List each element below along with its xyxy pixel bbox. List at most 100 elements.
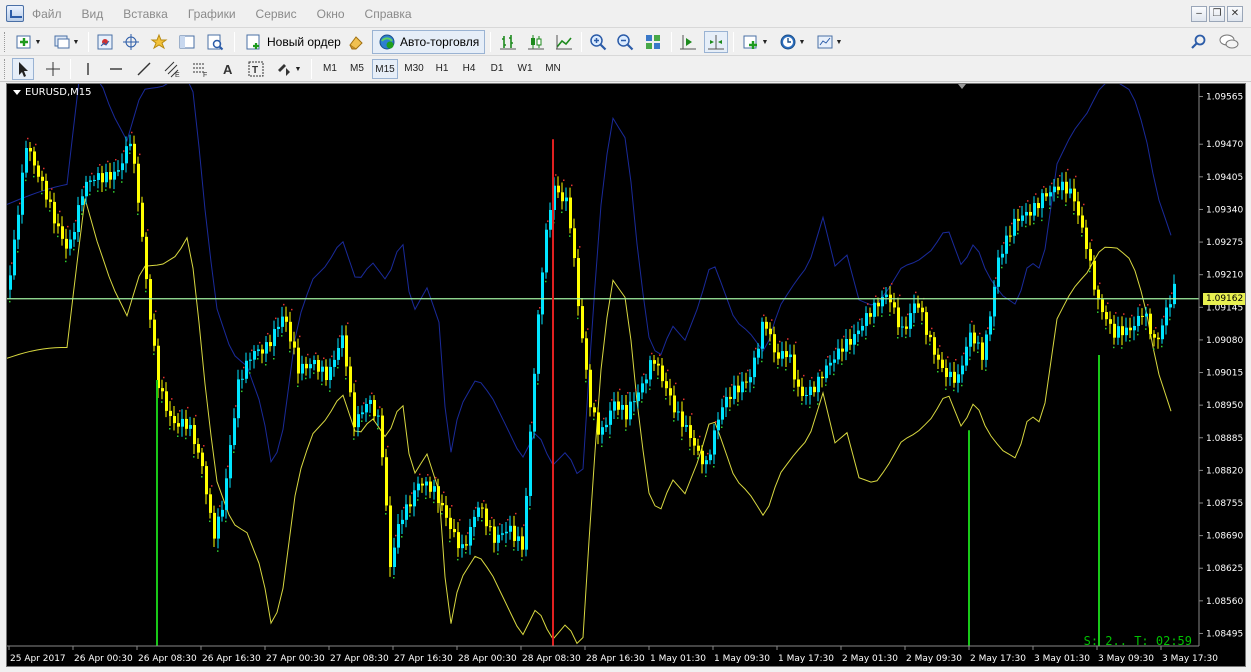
menu-insert[interactable]: Вставка xyxy=(123,7,180,21)
menu-tools[interactable]: Сервис xyxy=(256,7,309,21)
zoom-in-button[interactable] xyxy=(587,31,609,53)
toolbar-grip[interactable] xyxy=(4,59,7,79)
toolbar-grip[interactable] xyxy=(4,32,7,52)
metaeditor-icon xyxy=(349,36,363,50)
candle-body xyxy=(45,180,48,200)
candle-body xyxy=(441,502,444,506)
app-icon[interactable] xyxy=(6,5,24,22)
candle-body xyxy=(657,363,660,366)
price-chart[interactable]: 1.09565 1.09470 1.09405 1.09340 1.09275 1.092… xyxy=(7,84,1245,666)
auto-trading-button[interactable]: Авто-торговля xyxy=(372,30,486,54)
profiles-button[interactable]: ▼ xyxy=(50,31,82,53)
crosshair-icon xyxy=(46,62,60,76)
menu-charts[interactable]: Графики xyxy=(188,7,248,21)
dropdown-triangle-icon[interactable] xyxy=(13,89,21,95)
tile-windows-button[interactable] xyxy=(642,31,664,53)
text-icon: A xyxy=(223,62,233,77)
signal-dot xyxy=(217,550,219,552)
bar-chart-button[interactable] xyxy=(497,31,519,53)
minimize-icon[interactable]: – xyxy=(1191,6,1207,22)
candle-body xyxy=(733,385,736,399)
candle-body xyxy=(49,199,52,202)
templates-button[interactable]: ▼ xyxy=(813,31,845,53)
chat-button[interactable] xyxy=(1216,31,1242,53)
timeframe-m15[interactable]: M15 xyxy=(372,59,398,79)
autoscroll-button[interactable] xyxy=(704,31,728,53)
market-watch-button[interactable] xyxy=(94,31,116,53)
timeframe-mn[interactable]: MN xyxy=(541,59,565,79)
timeframe-h1[interactable]: H1 xyxy=(430,59,454,79)
line-studies-toolbar: E F A T ▼ M1 M5 M15 M30 H1 H4 D1 W1 MN xyxy=(0,56,1251,82)
trendline-button[interactable] xyxy=(133,58,155,80)
metaeditor-button[interactable] xyxy=(345,31,367,53)
crosshair-tool-button[interactable] xyxy=(42,58,64,80)
zoom-out-button[interactable] xyxy=(614,31,636,53)
fibonacci-button[interactable]: F xyxy=(189,58,211,80)
candle-body xyxy=(645,379,648,384)
cursor-button[interactable] xyxy=(12,58,34,80)
candle-body xyxy=(529,431,532,496)
signal-dot xyxy=(721,426,723,428)
restore-icon[interactable]: ❐ xyxy=(1209,6,1225,22)
candlestick-button[interactable] xyxy=(525,31,547,53)
candle-body xyxy=(393,547,396,567)
menu-file[interactable]: Файл xyxy=(32,7,74,21)
arrows-button[interactable]: ▼ xyxy=(273,58,303,80)
timeframe-m1[interactable]: M1 xyxy=(318,59,342,79)
signal-dot xyxy=(25,179,27,182)
menu-window[interactable]: Окно xyxy=(317,7,357,21)
candle-body xyxy=(17,214,20,240)
chevron-down-icon[interactable]: ▼ xyxy=(836,39,843,46)
search-button[interactable] xyxy=(1188,31,1210,53)
signal-dot xyxy=(937,370,939,373)
chevron-down-icon[interactable]: ▼ xyxy=(35,39,42,46)
signal-dot xyxy=(35,143,37,146)
candle-body xyxy=(941,359,944,369)
timeframe-m30[interactable]: M30 xyxy=(401,59,427,79)
chevron-down-icon[interactable]: ▼ xyxy=(295,66,302,73)
signal-dot xyxy=(929,343,931,346)
line-chart-button[interactable] xyxy=(553,31,575,53)
close-icon[interactable]: ✕ xyxy=(1227,6,1243,22)
menu-help[interactable]: Справка xyxy=(365,7,424,21)
timeframe-d1[interactable]: D1 xyxy=(485,59,509,79)
candle-body xyxy=(537,314,540,374)
candle-body xyxy=(1149,313,1152,335)
chevron-down-icon[interactable]: ▼ xyxy=(799,39,806,46)
chart-shift-marker-icon[interactable] xyxy=(958,84,966,89)
chevron-down-icon[interactable]: ▼ xyxy=(762,39,769,46)
chart-shift-button[interactable] xyxy=(677,31,699,53)
vertical-line-button[interactable] xyxy=(77,58,99,80)
chart-window[interactable]: 1.09565 1.09470 1.09405 1.09340 1.09275 1.092… xyxy=(6,83,1246,667)
timeframe-h4[interactable]: H4 xyxy=(457,59,481,79)
signal-dot xyxy=(395,534,397,537)
indicators-button[interactable]: ▼ xyxy=(739,31,771,53)
periods-button[interactable]: ▼ xyxy=(776,31,808,53)
signal-dot xyxy=(443,491,445,494)
new-order-label: Новый ордер xyxy=(267,35,341,49)
terminal-button[interactable] xyxy=(176,31,198,53)
candle-body xyxy=(429,481,432,492)
timeframe-w1[interactable]: W1 xyxy=(513,59,537,79)
candle-body xyxy=(901,326,904,328)
text-label-button[interactable]: T xyxy=(245,58,267,80)
candle-body xyxy=(1029,211,1032,216)
candle-body xyxy=(933,337,936,355)
new-chart-button[interactable]: ▼ xyxy=(12,31,44,53)
candle-body xyxy=(197,444,200,453)
signal-dot xyxy=(633,413,635,416)
equidistant-channel-button[interactable]: E xyxy=(161,58,183,80)
chevron-down-icon[interactable]: ▼ xyxy=(73,39,80,46)
candle-body xyxy=(625,404,628,420)
navigator-button[interactable] xyxy=(148,31,170,53)
candle-body xyxy=(421,483,424,486)
horizontal-line-button[interactable] xyxy=(105,58,127,80)
candle-body xyxy=(729,396,732,399)
timeframe-m5[interactable]: M5 xyxy=(345,59,369,79)
signal-dot xyxy=(625,429,627,431)
crosshair-button[interactable] xyxy=(120,31,142,53)
text-tool-button[interactable]: A xyxy=(217,58,239,80)
new-order-button[interactable]: Новый ордер xyxy=(240,30,346,54)
tester-button[interactable] xyxy=(204,31,226,53)
menu-view[interactable]: Вид xyxy=(82,7,116,21)
